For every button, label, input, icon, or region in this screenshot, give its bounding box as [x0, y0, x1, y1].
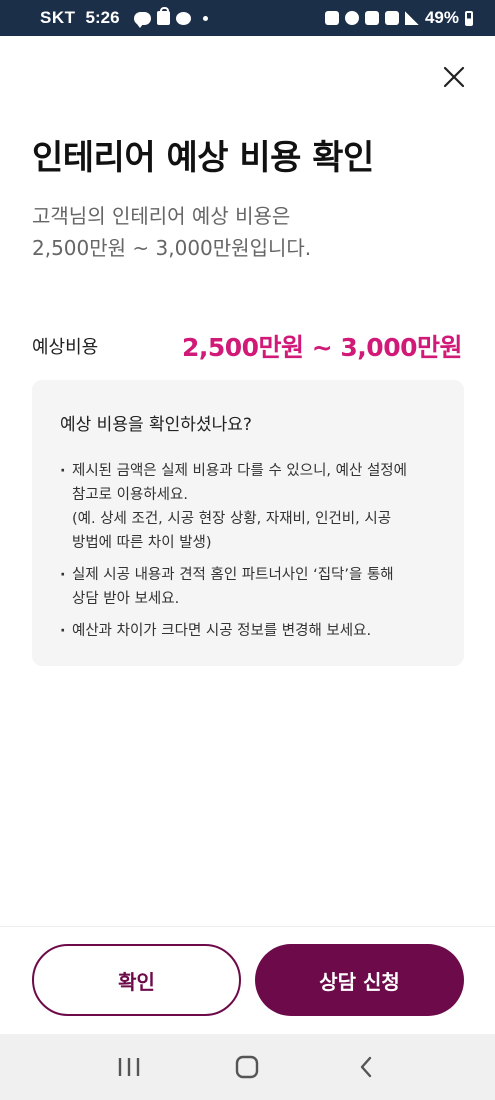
info-line: 제시된 금액은 실제 비용과 다를 수 있으니, 예산 설정에	[72, 463, 407, 479]
android-nav-bar	[0, 1034, 495, 1100]
estimate-label: 예상비용	[32, 337, 99, 358]
talk-icon	[133, 11, 151, 28]
subtitle-line-2: 2,500만원 ~ 3,000만원입니다.	[32, 236, 312, 260]
dot-icon	[202, 15, 208, 21]
signal-icon	[404, 11, 419, 25]
info-line: 예산과 차이가 크다면 시공 정보를 변경해 보세요.	[72, 623, 372, 639]
info-line: (예. 상세 조건, 시공 현장 상황, 자재비, 인건비, 시공	[72, 511, 392, 527]
info-list: 제시된 금액은 실제 비용과 다를 수 있으니, 예산 설정에 참고로 이용하세…	[60, 459, 436, 643]
recent-apps-button[interactable]	[109, 1047, 149, 1087]
page-title: 인테리어 예상 비용 확인	[32, 138, 374, 178]
bag-icon	[156, 7, 170, 25]
bubble-icon	[175, 11, 191, 25]
info-box: 예상 비용을 확인하셨나요? 제시된 금액은 실제 비용과 다를 수 있으니, …	[32, 380, 464, 666]
status-left: SKT 5:26	[40, 7, 208, 28]
consult-request-button[interactable]: 상담 신청	[255, 944, 464, 1016]
recent-apps-icon	[118, 1058, 140, 1076]
battery-icon	[465, 10, 473, 26]
clock: 5:26	[85, 8, 120, 27]
battery-percent: 49%	[424, 8, 459, 27]
carrier-label: SKT	[40, 8, 76, 27]
bottom-divider	[0, 926, 495, 927]
close-icon	[443, 66, 465, 88]
back-button[interactable]	[346, 1047, 386, 1087]
back-icon	[360, 1056, 372, 1078]
info-line: 방법에 따른 차이 발생)	[72, 535, 212, 551]
mute-icon	[364, 11, 379, 25]
notification-icons	[133, 7, 208, 28]
info-line: 상담 받아 보세요.	[72, 591, 180, 607]
info-item: 실제 시공 내용과 견적 홈인 파트너사인 ‘집닥’을 통해 상담 받아 보세요…	[60, 563, 436, 611]
5g-icon	[384, 11, 399, 25]
estimate-value: 2,500만원 ~ 3,000만원	[181, 333, 463, 362]
info-line: 참고로 이용하세요.	[72, 487, 188, 503]
status-right: 49%	[324, 8, 473, 28]
info-line: 실제 시공 내용과 견적 홈인 파트너사인 ‘집닥’을 통해	[72, 567, 394, 583]
alarm-icon	[344, 11, 359, 25]
info-title: 예상 비용을 확인하셨나요?	[60, 415, 252, 435]
close-button[interactable]	[440, 63, 468, 91]
home-button[interactable]	[227, 1047, 267, 1087]
subtitle-line-1: 고객님의 인테리어 예상 비용은	[32, 204, 291, 228]
info-item: 제시된 금액은 실제 비용과 다를 수 있으니, 예산 설정에 참고로 이용하세…	[60, 459, 436, 555]
lock-icon	[324, 11, 339, 25]
home-icon	[236, 1055, 259, 1079]
status-bar: SKT 5:26 49%	[0, 0, 495, 36]
subtitle: 고객님의 인테리어 예상 비용은 2,500만원 ~ 3,000만원입니다.	[32, 200, 311, 264]
info-item: 예산과 차이가 크다면 시공 정보를 변경해 보세요.	[60, 619, 436, 643]
confirm-button[interactable]: 확인	[32, 944, 241, 1016]
